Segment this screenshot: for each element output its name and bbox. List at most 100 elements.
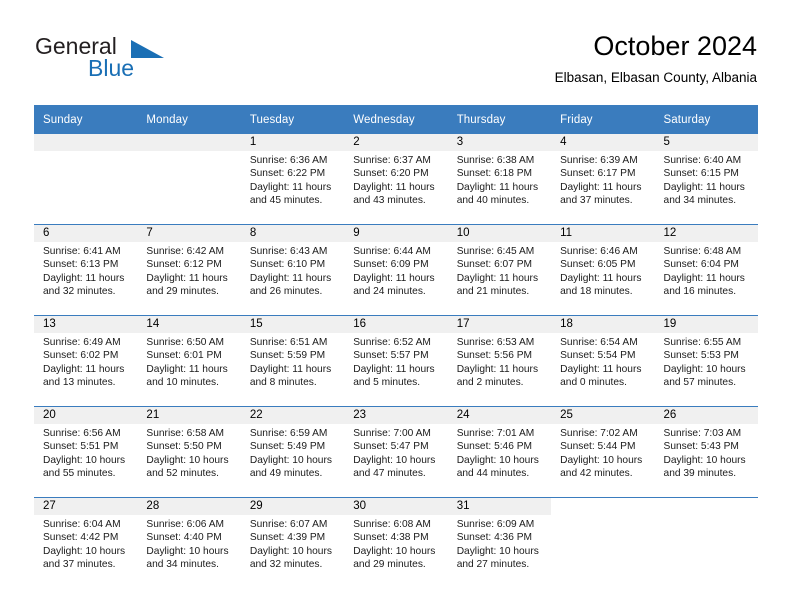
weekday-header-monday: Monday: [137, 105, 241, 134]
day-cell[interactable]: 19 Sunrise: 6:55 AM Sunset: 5:53 PM Dayl…: [654, 315, 758, 407]
day-cell[interactable]: 26 Sunrise: 7:03 AM Sunset: 5:43 PM Dayl…: [654, 406, 758, 498]
sunset-text: Sunset: 5:53 PM: [663, 350, 739, 362]
day-cell[interactable]: 11 Sunrise: 6:46 AM Sunset: 6:05 PM Dayl…: [551, 224, 655, 316]
sunrise-text: Sunrise: 6:46 AM: [560, 246, 638, 257]
day-cell[interactable]: 13 Sunrise: 6:49 AM Sunset: 6:02 PM Dayl…: [34, 315, 138, 407]
week-row: 20 Sunrise: 6:56 AM Sunset: 5:51 PM Dayl…: [34, 406, 758, 498]
sunset-text: Sunset: 6:02 PM: [43, 350, 119, 362]
sunrise-text: Sunrise: 6:06 AM: [146, 519, 225, 530]
sunset-text: Sunset: 5:57 PM: [353, 350, 429, 362]
sunrise-text: Sunrise: 6:51 AM: [249, 337, 328, 348]
day-cell[interactable]: 29 Sunrise: 6:07 AM Sunset: 4:39 PM Dayl…: [240, 497, 345, 588]
day-cell[interactable]: [137, 134, 241, 225]
day-cell[interactable]: 24 Sunrise: 7:01 AM Sunset: 5:46 PM Dayl…: [447, 406, 552, 498]
day-info: Sunrise: 6:51 AM Sunset: 5:59 PM Dayligh…: [241, 333, 344, 390]
day-cell[interactable]: 23 Sunrise: 7:00 AM Sunset: 5:47 PM Dayl…: [344, 406, 448, 498]
sunrise-text: Sunrise: 6:59 AM: [249, 428, 328, 439]
daylight-text: Daylight: 10 hours and 47 minutes.: [353, 454, 436, 480]
daylight-text: Daylight: 11 hours and 18 minutes.: [560, 272, 642, 298]
day-cell[interactable]: 14 Sunrise: 6:50 AM Sunset: 6:01 PM Dayl…: [137, 315, 241, 407]
daylight-text: Daylight: 11 hours and 45 minutes.: [249, 181, 332, 207]
weekday-header-tuesday: Tuesday: [240, 105, 345, 134]
day-info: [551, 515, 654, 518]
page-header: General Blue October 2024 Elbasan, Elbas…: [35, 31, 757, 95]
day-cell[interactable]: 21 Sunrise: 6:58 AM Sunset: 5:50 PM Dayl…: [137, 406, 241, 498]
brand-logo[interactable]: General Blue: [35, 33, 255, 91]
day-cell[interactable]: 7 Sunrise: 6:42 AM Sunset: 6:12 PM Dayli…: [137, 224, 241, 316]
sunrise-text: Sunrise: 6:43 AM: [249, 246, 328, 257]
sunrise-text: Sunrise: 6:37 AM: [353, 155, 431, 166]
sunrise-text: Sunrise: 6:09 AM: [456, 519, 535, 530]
day-number: 1: [240, 134, 345, 151]
day-cell[interactable]: 15 Sunrise: 6:51 AM Sunset: 5:59 PM Dayl…: [240, 315, 345, 407]
day-cell[interactable]: 25 Sunrise: 7:02 AM Sunset: 5:44 PM Dayl…: [551, 406, 655, 498]
day-info: Sunrise: 7:02 AM Sunset: 5:44 PM Dayligh…: [551, 424, 654, 481]
day-info: Sunrise: 6:44 AM Sunset: 6:09 PM Dayligh…: [344, 242, 447, 299]
sunset-text: Sunset: 6:15 PM: [663, 168, 739, 180]
day-cell[interactable]: 8 Sunrise: 6:43 AM Sunset: 6:10 PM Dayli…: [240, 224, 345, 316]
day-cell[interactable]: 4 Sunrise: 6:39 AM Sunset: 6:17 PM Dayli…: [551, 134, 655, 225]
day-cell[interactable]: 31 Sunrise: 6:09 AM Sunset: 4:36 PM Dayl…: [447, 497, 552, 588]
sunset-text: Sunset: 4:40 PM: [146, 532, 222, 544]
week-row: 27 Sunrise: 6:04 AM Sunset: 4:42 PM Dayl…: [34, 497, 758, 588]
sunrise-text: Sunrise: 6:50 AM: [146, 337, 225, 348]
sunrise-text: Sunrise: 6:44 AM: [353, 246, 431, 257]
day-info: Sunrise: 6:48 AM Sunset: 6:04 PM Dayligh…: [655, 242, 758, 299]
day-number: 6: [34, 225, 138, 242]
day-number: 4: [551, 134, 655, 151]
day-cell[interactable]: 17 Sunrise: 6:53 AM Sunset: 5:56 PM Dayl…: [447, 315, 552, 407]
day-number: 21: [137, 407, 241, 424]
day-cell[interactable]: 2 Sunrise: 6:37 AM Sunset: 6:20 PM Dayli…: [344, 134, 448, 225]
day-cell[interactable]: 20 Sunrise: 6:56 AM Sunset: 5:51 PM Dayl…: [34, 406, 138, 498]
sunset-text: Sunset: 4:42 PM: [43, 532, 119, 544]
daylight-text: Daylight: 11 hours and 26 minutes.: [249, 272, 332, 298]
weekday-header-saturday: Saturday: [654, 105, 758, 134]
daylight-text: Daylight: 11 hours and 40 minutes.: [456, 181, 539, 207]
sunrise-text: Sunrise: 6:04 AM: [43, 519, 121, 530]
daylight-text: Daylight: 10 hours and 42 minutes.: [560, 454, 643, 480]
week-row: 13 Sunrise: 6:49 AM Sunset: 6:02 PM Dayl…: [34, 315, 758, 407]
day-cell[interactable]: 5 Sunrise: 6:40 AM Sunset: 6:15 PM Dayli…: [654, 134, 758, 225]
weekday-header-wednesday: Wednesday: [344, 105, 448, 134]
sunset-text: Sunset: 5:43 PM: [663, 441, 739, 453]
day-info: Sunrise: 6:04 AM Sunset: 4:42 PM Dayligh…: [34, 515, 137, 572]
day-info: Sunrise: 6:41 AM Sunset: 6:13 PM Dayligh…: [34, 242, 137, 299]
day-cell[interactable]: 16 Sunrise: 6:52 AM Sunset: 5:57 PM Dayl…: [344, 315, 448, 407]
day-info: Sunrise: 6:54 AM Sunset: 5:54 PM Dayligh…: [551, 333, 654, 390]
day-cell[interactable]: 12 Sunrise: 6:48 AM Sunset: 6:04 PM Dayl…: [654, 224, 758, 316]
calendar-body: 1 Sunrise: 6:36 AM Sunset: 6:22 PM Dayli…: [34, 134, 758, 588]
daylight-text: Daylight: 11 hours and 32 minutes.: [43, 272, 125, 298]
day-info: Sunrise: 6:42 AM Sunset: 6:12 PM Dayligh…: [137, 242, 240, 299]
day-info: Sunrise: 6:46 AM Sunset: 6:05 PM Dayligh…: [551, 242, 654, 299]
day-number: 12: [654, 225, 758, 242]
day-cell[interactable]: 10 Sunrise: 6:45 AM Sunset: 6:07 PM Dayl…: [447, 224, 552, 316]
sunset-text: Sunset: 5:59 PM: [249, 350, 326, 362]
day-cell[interactable]: 1 Sunrise: 6:36 AM Sunset: 6:22 PM Dayli…: [240, 134, 345, 225]
sunrise-text: Sunrise: 6:40 AM: [663, 155, 742, 166]
day-number: 25: [551, 407, 655, 424]
calendar-table: Sunday Monday Tuesday Wednesday Thursday…: [34, 105, 758, 588]
calendar-page: General Blue October 2024 Elbasan, Elbas…: [0, 0, 792, 612]
day-cell[interactable]: [654, 497, 758, 588]
day-cell[interactable]: 27 Sunrise: 6:04 AM Sunset: 4:42 PM Dayl…: [34, 497, 138, 588]
day-cell[interactable]: [551, 497, 655, 588]
day-cell[interactable]: 9 Sunrise: 6:44 AM Sunset: 6:09 PM Dayli…: [344, 224, 448, 316]
sunrise-text: Sunrise: 6:48 AM: [663, 246, 742, 257]
daylight-text: Daylight: 11 hours and 34 minutes.: [663, 181, 745, 207]
day-info: Sunrise: 6:09 AM Sunset: 4:36 PM Dayligh…: [448, 515, 551, 572]
week-row: 6 Sunrise: 6:41 AM Sunset: 6:13 PM Dayli…: [34, 224, 758, 316]
day-cell[interactable]: 6 Sunrise: 6:41 AM Sunset: 6:13 PM Dayli…: [34, 224, 138, 316]
day-cell[interactable]: [34, 134, 138, 225]
daylight-text: Daylight: 10 hours and 27 minutes.: [456, 545, 539, 571]
day-cell[interactable]: 22 Sunrise: 6:59 AM Sunset: 5:49 PM Dayl…: [240, 406, 345, 498]
sunrise-text: Sunrise: 6:07 AM: [249, 519, 328, 530]
sunrise-text: Sunrise: 7:00 AM: [353, 428, 431, 439]
day-cell[interactable]: 3 Sunrise: 6:38 AM Sunset: 6:18 PM Dayli…: [447, 134, 552, 225]
sunrise-text: Sunrise: 6:41 AM: [43, 246, 121, 257]
daylight-text: Daylight: 11 hours and 16 minutes.: [663, 272, 745, 298]
location-subtitle: Elbasan, Elbasan County, Albania: [554, 70, 757, 85]
day-cell[interactable]: 30 Sunrise: 6:08 AM Sunset: 4:38 PM Dayl…: [344, 497, 448, 588]
day-number: 27: [34, 498, 138, 515]
day-cell[interactable]: 28 Sunrise: 6:06 AM Sunset: 4:40 PM Dayl…: [137, 497, 241, 588]
day-cell[interactable]: 18 Sunrise: 6:54 AM Sunset: 5:54 PM Dayl…: [551, 315, 655, 407]
